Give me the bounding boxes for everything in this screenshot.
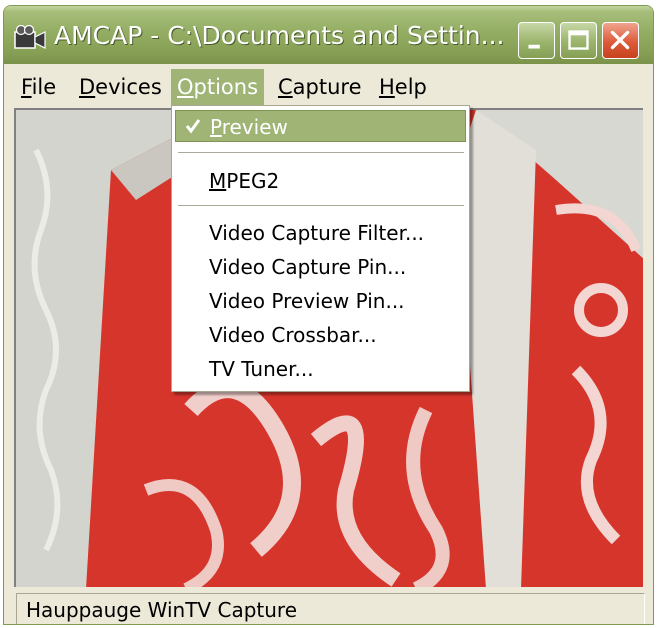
menu-item-preview-label: review [221,115,288,139]
menu-capture-accelerator: C [278,75,293,99]
menu-file-accelerator: F [21,75,32,99]
menu-item-mpeg2-label: PEG2 [226,169,280,193]
close-button[interactable] [602,22,639,59]
amcap-window: AMCAP - C:\Documents and Settin... File … [3,5,654,625]
menu-options-label: ptions [193,75,259,99]
close-icon [610,30,630,50]
window-title: AMCAP - C:\Documents and Settin... [54,21,505,50]
menu-file[interactable]: File [15,69,62,105]
menu-item-label: Video Crossbar... [209,323,377,347]
menu-devices-label: evices [95,75,162,99]
menu-item-video-crossbar[interactable]: Video Crossbar... [175,319,466,351]
menu-item-preview[interactable]: Preview [175,110,466,142]
menu-item-label: TV Tuner... [209,357,314,381]
menu-help-label: elp [394,75,427,99]
menu-help-accelerator: H [379,75,395,99]
menu-options-accelerator: O [177,75,194,99]
menu-options[interactable]: Options [171,69,265,105]
menu-item-label: Video Preview Pin... [209,289,405,313]
menu-item-label: Video Capture Filter... [209,221,425,245]
checkmark-icon [185,119,201,134]
status-bar: Hauppauge WinTV Capture [16,593,645,624]
menu-capture-label: apture [292,75,362,99]
menu-item-mpeg2[interactable]: MPEG2 [175,165,466,197]
menu-devices-accelerator: D [79,75,96,99]
maximize-icon [568,30,589,50]
menu-separator [178,205,464,207]
menu-item-label: Video Capture Pin... [209,255,407,279]
menu-help[interactable]: Help [373,69,433,105]
menu-bar: File Devices Options Capture Help [11,69,648,105]
menu-separator [178,152,464,154]
camera-icon [14,25,46,49]
options-dropdown-menu: Preview MPEG2 Video Capture Filter... Vi… [171,105,470,392]
title-bar[interactable]: AMCAP - C:\Documents and Settin... [4,6,653,64]
menu-devices[interactable]: Devices [73,69,168,105]
menu-item-video-capture-filter[interactable]: Video Capture Filter... [175,217,466,249]
menu-file-label: ile [31,75,57,99]
menu-item-mpeg2-accelerator: M [209,169,227,193]
minimize-button[interactable] [518,22,555,59]
menu-item-video-preview-pin[interactable]: Video Preview Pin... [175,285,466,317]
maximize-button[interactable] [560,22,597,59]
menu-item-video-capture-pin[interactable]: Video Capture Pin... [175,251,466,283]
status-text: Hauppauge WinTV Capture [26,598,297,622]
minimize-icon [528,44,540,49]
menu-item-tv-tuner[interactable]: TV Tuner... [175,353,466,385]
menu-capture[interactable]: Capture [272,69,368,105]
menu-item-preview-accelerator: P [210,115,222,139]
